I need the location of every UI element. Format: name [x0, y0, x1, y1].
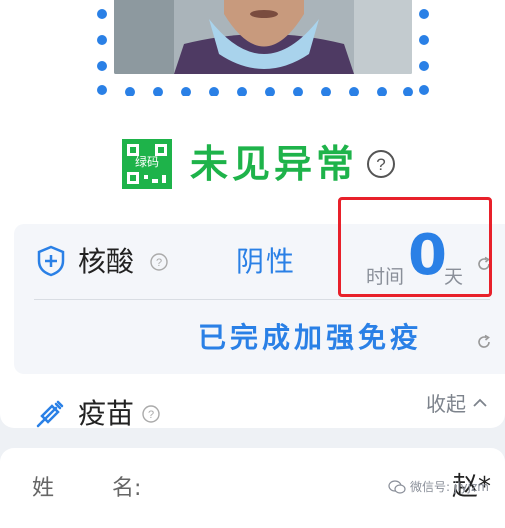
- watermark-text: 微信号: jlyjzm: [410, 480, 489, 494]
- nucleic-help-icon[interactable]: ?: [150, 253, 168, 271]
- refresh-icon[interactable]: [476, 334, 492, 350]
- help-icon[interactable]: ?: [366, 149, 396, 179]
- status-text: 未见异常: [190, 142, 359, 186]
- wechat-icon: [388, 479, 406, 494]
- collapse-label: 收起: [426, 392, 466, 416]
- name-label-1: 姓: [32, 476, 57, 501]
- nucleic-label: 核酸: [78, 245, 135, 278]
- svg-text:?: ?: [376, 155, 385, 174]
- collapse-toggle[interactable]: 收起: [426, 388, 488, 417]
- wechat-watermark: 微信号: jlyjzm: [388, 478, 489, 495]
- time-unit: 天: [444, 266, 464, 288]
- face-photo-frame: [96, 0, 430, 96]
- health-status: 绿码 未见异常 ?: [120, 136, 396, 192]
- vaccine-row[interactable]: 疫苗 ? 已完成加强免疫: [14, 300, 505, 430]
- green-code-badge[interactable]: 绿码: [120, 137, 174, 191]
- time-value: 0: [408, 223, 447, 288]
- vaccine-help-icon[interactable]: ?: [142, 405, 160, 423]
- time-label: 时间: [366, 266, 405, 288]
- svg-text:?: ?: [156, 257, 162, 269]
- syringe-icon: [36, 400, 64, 428]
- chevron-up-icon: [473, 398, 487, 407]
- name-label-2: 名:: [112, 476, 142, 501]
- qr-badge-label: 绿码: [134, 155, 159, 169]
- vaccine-label: 疫苗: [78, 397, 135, 430]
- vaccine-result: 已完成加强免疫: [198, 321, 423, 354]
- shield-plus-icon: [37, 245, 65, 277]
- svg-text:?: ?: [148, 409, 154, 421]
- nucleic-result: 阴性: [236, 245, 297, 278]
